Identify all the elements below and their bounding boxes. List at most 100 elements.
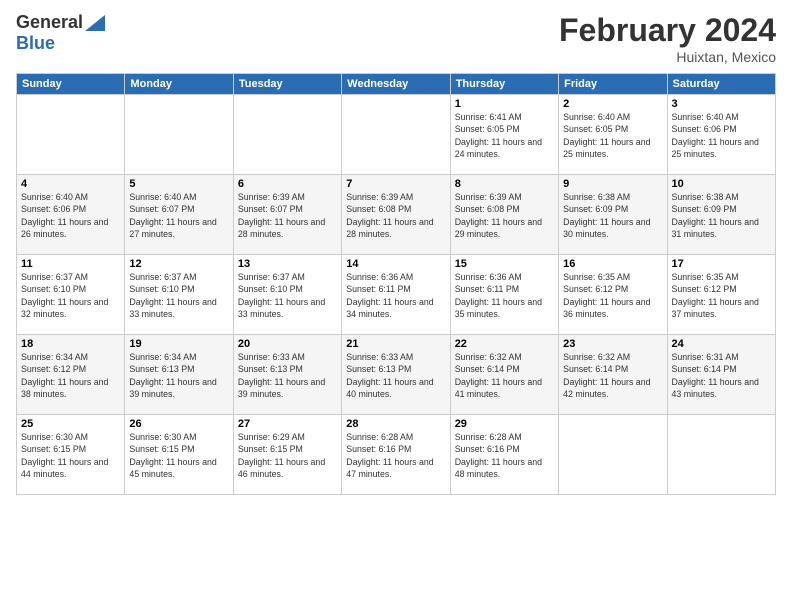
day-info: Sunrise: 6:32 AMSunset: 6:14 PMDaylight:… (563, 351, 662, 400)
day-number: 28 (346, 418, 445, 430)
day-info: Sunrise: 6:36 AMSunset: 6:11 PMDaylight:… (346, 271, 445, 320)
week-row-4: 18Sunrise: 6:34 AMSunset: 6:12 PMDayligh… (17, 335, 776, 415)
day-number: 26 (129, 418, 228, 430)
day-info: Sunrise: 6:36 AMSunset: 6:11 PMDaylight:… (455, 271, 554, 320)
day-cell: 14Sunrise: 6:36 AMSunset: 6:11 PMDayligh… (342, 255, 450, 335)
day-number: 10 (672, 178, 771, 190)
day-info: Sunrise: 6:28 AMSunset: 6:16 PMDaylight:… (346, 431, 445, 480)
day-cell (559, 415, 667, 495)
day-number: 1 (455, 98, 554, 110)
logo-blue-text: Blue (16, 33, 55, 53)
location: Huixtan, Mexico (559, 49, 776, 65)
day-number: 9 (563, 178, 662, 190)
day-cell: 21Sunrise: 6:33 AMSunset: 6:13 PMDayligh… (342, 335, 450, 415)
day-number: 7 (346, 178, 445, 190)
day-number: 25 (21, 418, 120, 430)
day-cell: 13Sunrise: 6:37 AMSunset: 6:10 PMDayligh… (233, 255, 341, 335)
day-number: 14 (346, 258, 445, 270)
day-number: 8 (455, 178, 554, 190)
calendar-table: SundayMondayTuesdayWednesdayThursdayFrid… (16, 73, 776, 495)
day-number: 19 (129, 338, 228, 350)
day-number: 13 (238, 258, 337, 270)
day-number: 11 (21, 258, 120, 270)
day-number: 12 (129, 258, 228, 270)
title-block: February 2024 Huixtan, Mexico (559, 12, 776, 65)
header-cell-friday: Friday (559, 74, 667, 95)
day-info: Sunrise: 6:38 AMSunset: 6:09 PMDaylight:… (672, 191, 771, 240)
day-number: 18 (21, 338, 120, 350)
day-info: Sunrise: 6:31 AMSunset: 6:14 PMDaylight:… (672, 351, 771, 400)
day-cell (342, 95, 450, 175)
day-info: Sunrise: 6:38 AMSunset: 6:09 PMDaylight:… (563, 191, 662, 240)
day-info: Sunrise: 6:39 AMSunset: 6:08 PMDaylight:… (346, 191, 445, 240)
day-info: Sunrise: 6:30 AMSunset: 6:15 PMDaylight:… (129, 431, 228, 480)
day-cell: 10Sunrise: 6:38 AMSunset: 6:09 PMDayligh… (667, 175, 775, 255)
day-cell: 22Sunrise: 6:32 AMSunset: 6:14 PMDayligh… (450, 335, 558, 415)
day-number: 15 (455, 258, 554, 270)
day-info: Sunrise: 6:37 AMSunset: 6:10 PMDaylight:… (21, 271, 120, 320)
day-cell: 5Sunrise: 6:40 AMSunset: 6:07 PMDaylight… (125, 175, 233, 255)
day-cell: 23Sunrise: 6:32 AMSunset: 6:14 PMDayligh… (559, 335, 667, 415)
day-cell: 8Sunrise: 6:39 AMSunset: 6:08 PMDaylight… (450, 175, 558, 255)
day-number: 17 (672, 258, 771, 270)
day-cell: 16Sunrise: 6:35 AMSunset: 6:12 PMDayligh… (559, 255, 667, 335)
header-cell-wednesday: Wednesday (342, 74, 450, 95)
day-info: Sunrise: 6:40 AMSunset: 6:06 PMDaylight:… (672, 111, 771, 160)
day-cell: 6Sunrise: 6:39 AMSunset: 6:07 PMDaylight… (233, 175, 341, 255)
day-number: 4 (21, 178, 120, 190)
header-row: SundayMondayTuesdayWednesdayThursdayFrid… (17, 74, 776, 95)
week-row-5: 25Sunrise: 6:30 AMSunset: 6:15 PMDayligh… (17, 415, 776, 495)
day-cell: 24Sunrise: 6:31 AMSunset: 6:14 PMDayligh… (667, 335, 775, 415)
day-info: Sunrise: 6:35 AMSunset: 6:12 PMDaylight:… (563, 271, 662, 320)
day-info: Sunrise: 6:40 AMSunset: 6:05 PMDaylight:… (563, 111, 662, 160)
day-cell: 4Sunrise: 6:40 AMSunset: 6:06 PMDaylight… (17, 175, 125, 255)
header-cell-thursday: Thursday (450, 74, 558, 95)
day-number: 22 (455, 338, 554, 350)
header-cell-saturday: Saturday (667, 74, 775, 95)
day-cell: 19Sunrise: 6:34 AMSunset: 6:13 PMDayligh… (125, 335, 233, 415)
day-cell: 29Sunrise: 6:28 AMSunset: 6:16 PMDayligh… (450, 415, 558, 495)
header: General Blue February 2024 Huixtan, Mexi… (16, 12, 776, 65)
day-cell: 12Sunrise: 6:37 AMSunset: 6:10 PMDayligh… (125, 255, 233, 335)
day-info: Sunrise: 6:39 AMSunset: 6:08 PMDaylight:… (455, 191, 554, 240)
day-info: Sunrise: 6:40 AMSunset: 6:06 PMDaylight:… (21, 191, 120, 240)
day-number: 23 (563, 338, 662, 350)
day-cell (667, 415, 775, 495)
day-cell: 3Sunrise: 6:40 AMSunset: 6:06 PMDaylight… (667, 95, 775, 175)
day-info: Sunrise: 6:34 AMSunset: 6:13 PMDaylight:… (129, 351, 228, 400)
day-info: Sunrise: 6:33 AMSunset: 6:13 PMDaylight:… (238, 351, 337, 400)
day-info: Sunrise: 6:35 AMSunset: 6:12 PMDaylight:… (672, 271, 771, 320)
day-cell: 9Sunrise: 6:38 AMSunset: 6:09 PMDaylight… (559, 175, 667, 255)
day-info: Sunrise: 6:32 AMSunset: 6:14 PMDaylight:… (455, 351, 554, 400)
day-cell: 7Sunrise: 6:39 AMSunset: 6:08 PMDaylight… (342, 175, 450, 255)
day-cell (125, 95, 233, 175)
day-number: 20 (238, 338, 337, 350)
day-info: Sunrise: 6:37 AMSunset: 6:10 PMDaylight:… (238, 271, 337, 320)
day-info: Sunrise: 6:30 AMSunset: 6:15 PMDaylight:… (21, 431, 120, 480)
day-cell: 1Sunrise: 6:41 AMSunset: 6:05 PMDaylight… (450, 95, 558, 175)
header-cell-monday: Monday (125, 74, 233, 95)
day-number: 2 (563, 98, 662, 110)
day-number: 3 (672, 98, 771, 110)
day-info: Sunrise: 6:33 AMSunset: 6:13 PMDaylight:… (346, 351, 445, 400)
header-cell-sunday: Sunday (17, 74, 125, 95)
day-info: Sunrise: 6:40 AMSunset: 6:07 PMDaylight:… (129, 191, 228, 240)
day-info: Sunrise: 6:34 AMSunset: 6:12 PMDaylight:… (21, 351, 120, 400)
page: General Blue February 2024 Huixtan, Mexi… (0, 0, 792, 612)
day-cell: 20Sunrise: 6:33 AMSunset: 6:13 PMDayligh… (233, 335, 341, 415)
day-cell: 26Sunrise: 6:30 AMSunset: 6:15 PMDayligh… (125, 415, 233, 495)
logo-text: General (16, 12, 105, 33)
day-cell: 2Sunrise: 6:40 AMSunset: 6:05 PMDaylight… (559, 95, 667, 175)
day-info: Sunrise: 6:37 AMSunset: 6:10 PMDaylight:… (129, 271, 228, 320)
header-cell-tuesday: Tuesday (233, 74, 341, 95)
day-number: 21 (346, 338, 445, 350)
day-number: 6 (238, 178, 337, 190)
day-info: Sunrise: 6:29 AMSunset: 6:15 PMDaylight:… (238, 431, 337, 480)
day-cell: 18Sunrise: 6:34 AMSunset: 6:12 PMDayligh… (17, 335, 125, 415)
day-number: 5 (129, 178, 228, 190)
day-cell: 27Sunrise: 6:29 AMSunset: 6:15 PMDayligh… (233, 415, 341, 495)
day-cell: 25Sunrise: 6:30 AMSunset: 6:15 PMDayligh… (17, 415, 125, 495)
day-number: 29 (455, 418, 554, 430)
logo: General Blue (16, 12, 105, 54)
day-cell: 17Sunrise: 6:35 AMSunset: 6:12 PMDayligh… (667, 255, 775, 335)
